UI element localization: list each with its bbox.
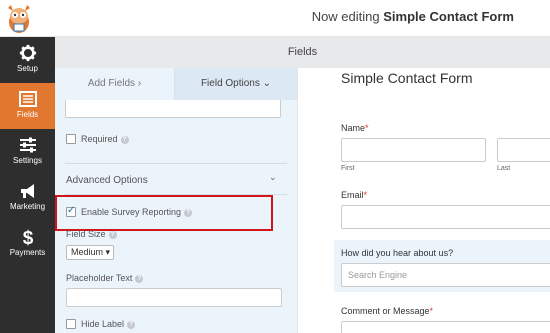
page-title: Now editing Simple Contact Form [311, 9, 514, 24]
chevron-right-icon: › [137, 78, 142, 89]
hear-about-label: How did you hear about us? [341, 248, 454, 258]
caret-down-icon: ▾ [105, 247, 111, 257]
tab-add-fields[interactable]: Add Fields › [55, 68, 175, 100]
required-label: Required? [81, 134, 129, 144]
sidebar-item-label: Setup [17, 64, 38, 73]
description-textarea[interactable] [65, 100, 281, 118]
sidebar-item-fields[interactable]: Fields [0, 83, 55, 129]
name-field-label: Name* [341, 123, 369, 133]
svg-text:$: $ [22, 228, 33, 246]
sliders-icon [19, 137, 36, 153]
builder-sidebar: Setup Fields Settings Marketing $ Paymen… [0, 37, 55, 333]
email-input[interactable] [341, 205, 550, 229]
gear-icon [19, 44, 36, 62]
last-name-input[interactable] [497, 138, 550, 162]
sidebar-item-payments[interactable]: $ Payments [0, 221, 55, 267]
form-preview [320, 68, 550, 333]
sidebar-item-label: Payments [9, 248, 46, 257]
first-sublabel: First [341, 165, 355, 172]
sidebar-item-label: Marketing [9, 202, 46, 211]
sidebar-item-settings[interactable]: Settings [0, 129, 55, 175]
comment-field-label: Comment or Message* [341, 306, 434, 316]
help-icon[interactable]: ? [135, 274, 144, 283]
field-size-select[interactable]: Medium ▾ [66, 245, 114, 260]
panel-tabs: Add Fields › Field Options ⌄ [55, 68, 297, 100]
form-title: Simple Contact Form [341, 70, 473, 86]
divider [65, 163, 287, 164]
sidebar-item-label: Settings [13, 156, 42, 165]
tab-field-options[interactable]: Field Options ⌄ [175, 68, 297, 100]
placeholder-text-label: Placeholder Text? [66, 273, 144, 283]
section-header: Fields [55, 37, 550, 68]
chevron-down-icon[interactable]: ⌄ [269, 172, 277, 183]
chevron-down-icon: ⌄ [262, 78, 272, 89]
annotation-highlight-box [55, 195, 273, 231]
help-icon[interactable]: ? [120, 135, 129, 144]
list-icon [18, 91, 37, 107]
sidebar-item-label: Fields [16, 110, 39, 119]
dollar-icon: $ [22, 228, 33, 246]
megaphone-icon [20, 184, 34, 198]
first-name-input[interactable] [341, 138, 486, 162]
comment-textarea[interactable] [341, 321, 550, 333]
placeholder-text-input[interactable] [66, 288, 282, 307]
required-checkbox[interactable] [66, 134, 76, 144]
top-bar: Now editing Simple Contact Form [0, 0, 550, 37]
email-field-label: Email* [341, 190, 368, 200]
field-size-label: Field Size? [66, 229, 117, 239]
help-icon[interactable]: ? [108, 230, 117, 239]
hear-about-placeholder: Search Engine [348, 270, 408, 280]
last-sublabel: Last [497, 165, 511, 172]
hide-label-label: Hide Label? [81, 319, 136, 329]
sidebar-item-marketing[interactable]: Marketing [0, 175, 55, 221]
advanced-options-title[interactable]: Advanced Options [66, 175, 148, 186]
sidebar-item-setup[interactable]: Setup [0, 37, 55, 83]
hide-label-checkbox[interactable] [66, 319, 76, 329]
help-icon[interactable]: ? [127, 320, 136, 329]
